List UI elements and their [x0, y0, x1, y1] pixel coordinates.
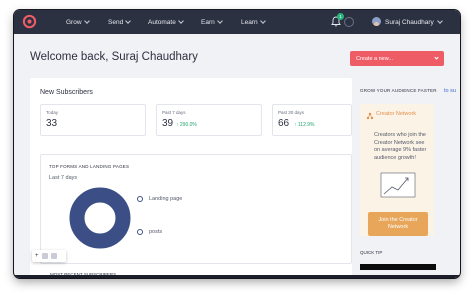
- toolbar-square-icon[interactable]: [50, 253, 57, 259]
- new-subscribers-title: New Subscribers: [40, 89, 93, 96]
- dashboard-card: New Subscribers Today 33 Past 7 days 39 …: [30, 78, 352, 278]
- legend-dot-icon: [137, 196, 143, 202]
- legend-label: posts: [149, 229, 163, 235]
- nav-earn-label: Earn: [201, 18, 215, 26]
- legend-label: Landing page: [149, 196, 183, 202]
- quick-tip-title: QUICK TIP: [360, 250, 383, 255]
- create-new-button[interactable]: Create a new...: [350, 51, 444, 66]
- stat-value: 66: [278, 118, 290, 129]
- stat-change: ↑ 112.9%: [294, 122, 315, 128]
- join-creator-network-button[interactable]: Join the Creator Network: [368, 212, 428, 236]
- notification-badge: 1: [337, 13, 344, 20]
- chevron-down-icon: [125, 18, 132, 24]
- quick-tip-bar: [360, 264, 436, 270]
- chevron-down-icon: [216, 18, 223, 24]
- app-window: Grow Send Automate Earn Learn 1 Suraj Ch…: [14, 10, 460, 278]
- nav-earn[interactable]: Earn: [201, 10, 223, 34]
- chevron-down-icon: [259, 18, 266, 24]
- nav-send[interactable]: Send: [108, 10, 132, 34]
- period-label: Last 7 days: [49, 175, 78, 181]
- stat-value: 33: [46, 118, 58, 129]
- nav-automate-label: Automate: [148, 18, 176, 26]
- side-link-truncated[interactable]: to su: [444, 88, 456, 94]
- window-bottom-bar: [14, 275, 460, 278]
- chevron-down-icon: [436, 18, 443, 24]
- user-menu[interactable]: Suraj Chaudhary: [385, 10, 443, 34]
- floating-toolbar[interactable]: +: [32, 250, 66, 262]
- user-name-label: Suraj Chaudhary: [385, 18, 434, 26]
- stat-label: Past 7 days: [162, 110, 186, 115]
- nav-grow[interactable]: Grow: [66, 10, 90, 34]
- plus-icon[interactable]: +: [35, 253, 39, 259]
- stat-past-7-days[interactable]: Past 7 days 39 ↑ 290.0%: [156, 104, 262, 136]
- top-forms-card: TOP FORMS AND LANDING PAGES Last 7 days …: [40, 154, 352, 264]
- donut-segment-landing-page: [69, 187, 131, 249]
- grow-audience-title: GROW YOUR AUDIENCE FASTER: [360, 88, 437, 93]
- creator-network-icon: [366, 112, 374, 120]
- avatar[interactable]: [372, 17, 381, 26]
- stat-past-30-days[interactable]: Past 30 days 66 ↑ 112.9%: [272, 104, 352, 136]
- stat-label: Today: [46, 110, 59, 115]
- stat-today[interactable]: Today 33: [40, 104, 146, 136]
- chevron-down-icon: [177, 18, 184, 24]
- chevron-down-icon: [434, 55, 439, 60]
- growth-chart-illustration-icon: [380, 172, 416, 198]
- nav-send-label: Send: [108, 18, 124, 26]
- page-title: Welcome back, Suraj Chaudhary: [30, 51, 198, 63]
- chevron-down-icon: [83, 18, 90, 24]
- creator-network-card: Creator Network Creators who join the Cr…: [360, 104, 434, 236]
- nav-learn[interactable]: Learn: [241, 10, 266, 34]
- legend-dot-icon: [137, 229, 143, 235]
- creator-network-text: Creators who join the Creator Network se…: [374, 132, 427, 161]
- donut-chart[interactable]: [69, 187, 131, 249]
- create-new-label: Create a new...: [356, 55, 393, 62]
- nav-grow-label: Grow: [66, 18, 82, 26]
- stat-change: ↑ 290.0%: [176, 122, 197, 128]
- stat-label: Past 30 days: [278, 110, 305, 115]
- nav-learn-label: Learn: [241, 18, 258, 26]
- top-forms-title: TOP FORMS AND LANDING PAGES: [49, 164, 130, 169]
- legend-landing-page[interactable]: Landing page: [137, 196, 182, 202]
- top-nav: Grow Send Automate Earn Learn 1 Suraj Ch…: [14, 10, 460, 34]
- progress-ring-icon[interactable]: [344, 17, 354, 27]
- toolbar-square-icon[interactable]: [41, 253, 48, 259]
- convertkit-logo-icon[interactable]: [22, 14, 37, 29]
- nav-automate[interactable]: Automate: [148, 10, 184, 34]
- stat-value: 39: [162, 118, 174, 129]
- creator-network-name: Creator Network: [376, 111, 417, 117]
- legend-posts[interactable]: posts: [137, 229, 162, 235]
